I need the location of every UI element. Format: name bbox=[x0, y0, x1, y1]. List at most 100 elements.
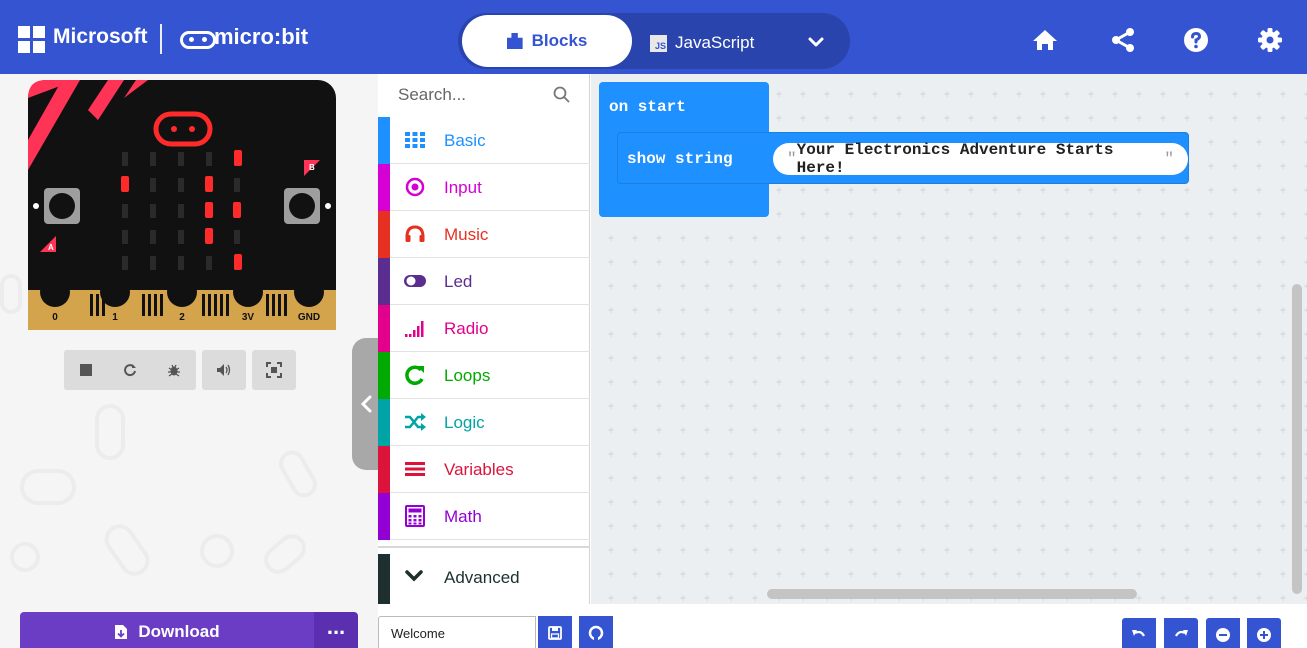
background-decoration bbox=[10, 542, 40, 572]
background-decoration bbox=[258, 528, 312, 580]
search-icon[interactable] bbox=[553, 86, 570, 103]
category-loops-label: Loops bbox=[444, 366, 491, 385]
search-input[interactable] bbox=[398, 85, 548, 105]
zoom-out-icon bbox=[1216, 628, 1230, 642]
button-a-label: A bbox=[48, 243, 54, 252]
string-value: Your Electronics Adventure Starts Here! bbox=[796, 141, 1114, 177]
home-icon bbox=[1033, 30, 1057, 50]
background-decoration bbox=[200, 534, 234, 568]
debug-button[interactable] bbox=[152, 350, 196, 390]
category-music[interactable]: Music bbox=[378, 211, 590, 258]
show-string-block[interactable]: show string " Your Electronics Adventure… bbox=[617, 132, 1189, 184]
home-button[interactable] bbox=[1030, 25, 1060, 55]
fullscreen-button[interactable] bbox=[252, 350, 296, 390]
help-icon bbox=[1184, 28, 1208, 52]
project-name-input[interactable] bbox=[378, 616, 536, 648]
blocks-workspace[interactable]: on start show string " Your Electronics … bbox=[591, 74, 1307, 604]
category-basic-label: Basic bbox=[444, 131, 486, 150]
category-variables-label: Variables bbox=[444, 460, 514, 479]
refresh-icon bbox=[405, 365, 424, 385]
js-icon: JS bbox=[650, 34, 667, 52]
restart-icon bbox=[124, 364, 136, 377]
github-icon bbox=[588, 625, 604, 641]
save-button[interactable] bbox=[538, 616, 572, 648]
github-button[interactable] bbox=[579, 616, 613, 648]
category-logic[interactable]: Logic bbox=[378, 399, 590, 446]
tab-javascript-label: JavaScript bbox=[675, 33, 755, 52]
pin-0-label: 0 bbox=[52, 312, 58, 323]
signal-icon bbox=[405, 321, 424, 337]
category-led[interactable]: Led bbox=[378, 258, 590, 305]
background-decoration bbox=[20, 469, 76, 505]
restart-button[interactable] bbox=[108, 350, 152, 390]
pin-3v-label: 3V bbox=[242, 312, 255, 323]
show-string-label: show string bbox=[627, 150, 733, 168]
toggle-icon bbox=[404, 275, 426, 287]
tab-javascript[interactable]: JS JavaScript bbox=[650, 28, 754, 58]
category-advanced-label: Advanced bbox=[444, 568, 520, 587]
zoom-in-button[interactable] bbox=[1247, 618, 1281, 648]
undo-icon bbox=[1132, 630, 1145, 637]
top-menu-bar: Microsoft micro:bit Blocks JS JavaScript bbox=[0, 0, 1307, 74]
settings-button[interactable] bbox=[1255, 25, 1285, 55]
category-advanced[interactable]: Advanced bbox=[378, 546, 590, 606]
product-name: micro:bit bbox=[214, 24, 309, 49]
category-math-label: Math bbox=[444, 507, 482, 526]
editor-dropdown-button[interactable] bbox=[804, 30, 828, 54]
microsoft-logo-icon bbox=[18, 26, 45, 53]
simulator-panel: A B 0 1 2 3V GND bbox=[0, 74, 378, 648]
more-label: ... bbox=[326, 614, 346, 639]
category-math[interactable]: Math bbox=[378, 493, 590, 540]
category-variables[interactable]: Variables bbox=[378, 446, 590, 493]
download-button[interactable]: Download bbox=[20, 612, 314, 648]
stop-button[interactable] bbox=[64, 350, 108, 390]
toolbox-panel: Basic Input Music Led Radio Loops Logic … bbox=[378, 74, 590, 606]
more-options-button[interactable]: ... bbox=[314, 612, 358, 648]
redo-button[interactable] bbox=[1164, 618, 1198, 648]
category-basic[interactable]: Basic bbox=[378, 117, 590, 164]
tab-blocks-label: Blocks bbox=[531, 31, 588, 50]
sound-icon bbox=[217, 364, 231, 376]
brand-divider bbox=[160, 24, 162, 54]
microbit-board: A B 0 1 2 3V GND bbox=[28, 80, 336, 330]
help-button[interactable] bbox=[1181, 25, 1211, 55]
redo-icon bbox=[1175, 630, 1188, 637]
zoom-out-button[interactable] bbox=[1206, 618, 1240, 648]
category-radio[interactable]: Radio bbox=[378, 305, 590, 352]
background-decoration bbox=[274, 445, 322, 503]
category-input-label: Input bbox=[444, 178, 482, 197]
headphones-icon bbox=[405, 225, 425, 242]
category-logic-label: Logic bbox=[444, 413, 485, 432]
undo-button[interactable] bbox=[1122, 618, 1156, 648]
category-radio-label: Radio bbox=[444, 319, 489, 338]
zoom-in-icon bbox=[1257, 628, 1271, 642]
lines-icon bbox=[405, 462, 425, 476]
puzzle-icon bbox=[506, 33, 523, 49]
on-start-label: on start bbox=[609, 98, 686, 116]
vertical-scrollbar[interactable] bbox=[1292, 284, 1302, 594]
chevron-down-icon bbox=[808, 37, 824, 47]
collapse-simulator-button[interactable] bbox=[352, 338, 378, 470]
category-led-label: Led bbox=[444, 272, 473, 291]
bottom-bar: Download ... bbox=[0, 604, 1307, 648]
settings-icon bbox=[1258, 28, 1282, 52]
download-icon bbox=[115, 625, 128, 639]
tab-blocks[interactable]: Blocks bbox=[462, 15, 632, 67]
string-value-field[interactable]: " Your Electronics Adventure Starts Here… bbox=[773, 141, 1188, 177]
background-decoration bbox=[95, 404, 125, 460]
fullscreen-icon bbox=[266, 362, 282, 378]
horizontal-scrollbar[interactable] bbox=[767, 589, 1137, 599]
share-icon bbox=[1112, 28, 1134, 52]
target-icon bbox=[405, 177, 425, 197]
toolbox-search bbox=[378, 74, 590, 116]
chevron-down-icon bbox=[405, 570, 423, 582]
open-quote: " bbox=[787, 150, 797, 168]
sound-button[interactable] bbox=[202, 350, 246, 390]
grid-icon bbox=[405, 132, 425, 148]
share-button[interactable] bbox=[1108, 25, 1138, 55]
save-icon bbox=[548, 626, 562, 640]
category-input[interactable]: Input bbox=[378, 164, 590, 211]
category-loops[interactable]: Loops bbox=[378, 352, 590, 399]
button-b-label: B bbox=[309, 163, 315, 172]
debug-icon bbox=[168, 364, 180, 377]
